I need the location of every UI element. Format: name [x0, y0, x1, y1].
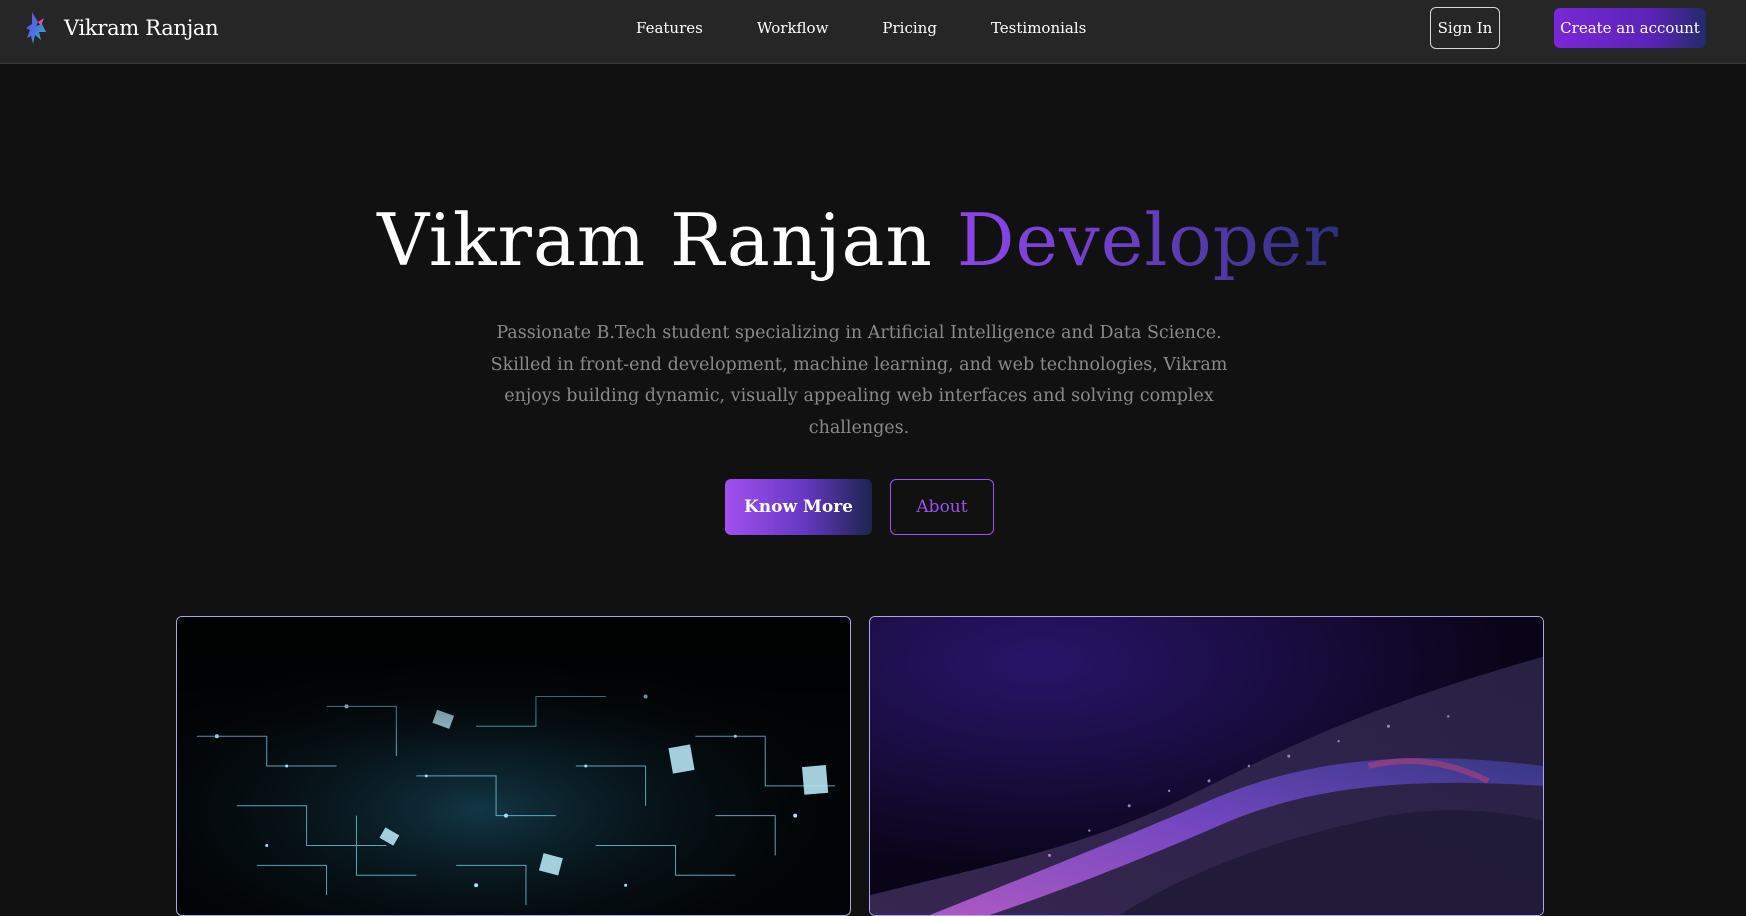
hero-title-accent: Developer [956, 198, 1339, 282]
sign-in-button[interactable]: Sign In [1430, 7, 1500, 49]
purple-particle-wave-image [870, 617, 1543, 915]
nav-links: Features Workflow Pricing Testimonials [636, 0, 1086, 56]
cyan-digital-network-image [177, 617, 850, 915]
phoenix-logo-icon [26, 12, 46, 44]
brand-name: Vikram Ranjan [64, 16, 219, 40]
nav-link-pricing[interactable]: Pricing [882, 19, 937, 37]
create-account-button[interactable]: Create an account [1554, 8, 1706, 48]
hero-title-main: Vikram Ranjan [377, 198, 933, 282]
brand[interactable]: Vikram Ranjan [24, 10, 219, 46]
image-card-right [869, 616, 1544, 916]
nav-link-workflow[interactable]: Workflow [757, 19, 829, 37]
hero-title: Vikram Ranjan Developer [0, 196, 1716, 284]
nav-link-testimonials[interactable]: Testimonials [991, 19, 1086, 37]
know-more-button[interactable]: Know More [725, 479, 872, 535]
hero-description: Passionate B.Tech student specializing i… [490, 323, 1228, 438]
nav-link-features[interactable]: Features [636, 19, 703, 37]
top-navbar: Vikram Ranjan Features Workflow Pricing … [0, 0, 1746, 64]
about-button[interactable]: About [890, 479, 994, 535]
image-card-left [176, 616, 851, 916]
